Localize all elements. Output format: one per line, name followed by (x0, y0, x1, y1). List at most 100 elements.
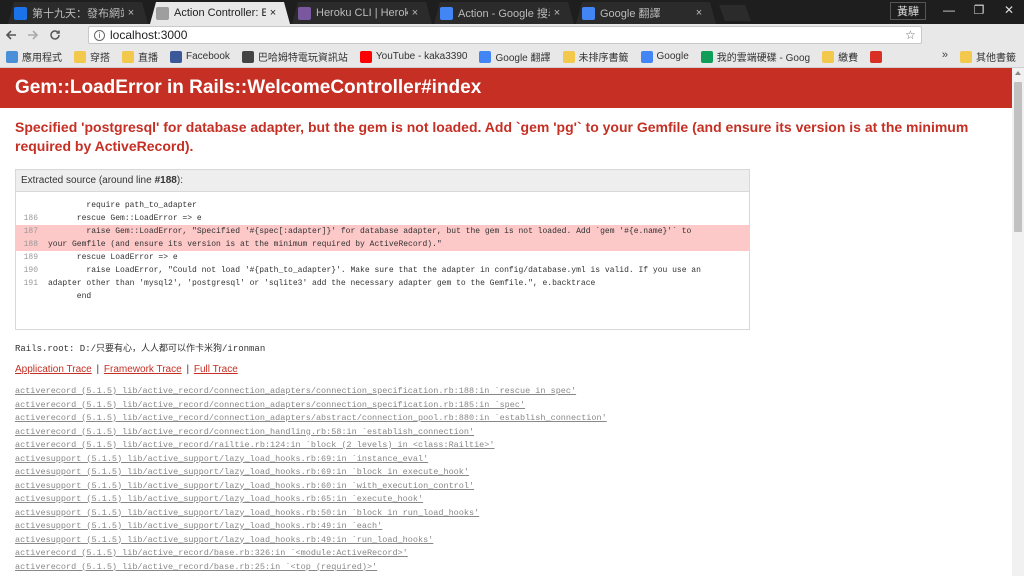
tab-title: Google 翻譯 (600, 8, 661, 20)
trace-line[interactable]: activerecord (5.1.5) lib/active_record/c… (15, 412, 607, 426)
trace-line[interactable]: activesupport (5.1.5) lib/active_support… (15, 507, 607, 521)
trace-line[interactable]: activerecord (5.1.5) lib/active_record/b… (15, 561, 607, 575)
trace-line[interactable]: activerecord (5.1.5) lib/active_record/r… (15, 439, 607, 453)
scroll-up-arrow-icon[interactable] (1015, 71, 1021, 75)
line-number: 186 (23, 214, 38, 223)
highlighted-code-line: 187 raise Gem::LoadError, "Specified '#{… (16, 225, 749, 238)
drive-icon (700, 50, 713, 63)
close-tab-icon[interactable]: × (408, 7, 422, 19)
maximize-icon[interactable]: ❐ (964, 0, 994, 20)
bookmark-item[interactable]: 直播 (122, 49, 158, 64)
code-text: rescue Gem::LoadError => e (48, 214, 202, 223)
close-tab-icon[interactable]: × (266, 7, 280, 19)
application-trace-link[interactable]: Application Trace (15, 364, 92, 375)
document-icon (156, 7, 169, 20)
source-header: Extracted source (around line #188): (16, 170, 749, 192)
folder-icon (562, 50, 575, 63)
trace-line[interactable]: activerecord (5.1.5) lib/active_record/c… (15, 385, 607, 399)
tab-title: Action - Google 搜尋 (458, 8, 550, 20)
error-message: Specified 'postgresql' for database adap… (15, 119, 969, 154)
tab-title: Action Controller: Excep (174, 7, 266, 19)
bookmark-label: Google (656, 51, 689, 62)
profile-button[interactable]: 黃驊 (890, 2, 926, 20)
youtube-icon (359, 50, 372, 63)
bookmark-item[interactable]: 巴哈姆特電玩資訊站 (241, 49, 348, 64)
minimize-icon[interactable]: — (934, 0, 964, 20)
code-line: 190 raise LoadError, "Could not load '#{… (16, 264, 749, 277)
error-header: Gem::LoadError in Rails::WelcomeControll… (0, 68, 1012, 108)
source-header-prefix: Extracted source (around line (21, 175, 152, 186)
trace-line[interactable]: activerecord (5.1.5) lib/active_record/c… (15, 426, 607, 440)
close-tab-icon[interactable]: × (550, 7, 564, 19)
bookmark-label: 應用程式 (22, 53, 62, 64)
trace-line[interactable]: activesupport (5.1.5) lib/active_support… (15, 480, 607, 494)
trace-line[interactable]: activesupport (5.1.5) lib/active_support… (15, 466, 607, 480)
forward-button[interactable] (22, 24, 44, 46)
address-bar[interactable]: i localhost:3000 ☆ (88, 26, 922, 44)
page-title: Gem::LoadError in Rails::WelcomeControll… (15, 77, 482, 98)
page-scrollbar[interactable] (1012, 68, 1024, 576)
bookmark-item[interactable]: Facebook (170, 50, 230, 63)
bookmark-item[interactable] (870, 50, 886, 63)
bookmark-item[interactable]: 應用程式 (6, 49, 62, 64)
trace-separator: | (96, 364, 100, 375)
bookmark-item[interactable]: YouTube - kaka3390 (359, 50, 467, 63)
folder-icon (822, 50, 835, 63)
tab[interactable]: Action Controller: Excep× (150, 2, 290, 24)
other-bookmarks[interactable]: 其他書籤 (960, 49, 1016, 64)
bookmark-label: 我的雲端硬碟 - Goog (716, 53, 811, 64)
forward-arrow-icon (28, 30, 39, 40)
bookmark-item[interactable]: 我的雲端硬碟 - Goog (700, 49, 811, 64)
page-content: Gem::LoadError in Rails::WelcomeControll… (0, 68, 1012, 576)
bookmark-label: 巴哈姆特電玩資訊站 (257, 53, 348, 64)
window-close-icon[interactable]: ✕ (994, 0, 1024, 20)
back-arrow-icon (5, 30, 16, 40)
bookmark-item[interactable]: 未排序書籤 (562, 49, 629, 64)
code-line: end (16, 290, 749, 303)
line-number: 190 (23, 266, 38, 275)
new-tab-button[interactable] (719, 5, 751, 21)
bookmark-item[interactable]: 穿搭 (74, 49, 110, 64)
scroll-thumb[interactable] (1014, 82, 1022, 232)
framework-trace-link[interactable]: Framework Trace (104, 364, 182, 375)
bookmarks-overflow-icon[interactable]: » (942, 49, 948, 61)
bookmark-item[interactable]: Google (640, 50, 689, 63)
line-number: 188 (23, 240, 38, 249)
trace-line[interactable]: activesupport (5.1.5) lib/active_support… (15, 520, 607, 534)
tab-title: 第十九天：發布網站到 H (32, 8, 120, 20)
bahamut-icon (241, 50, 254, 63)
tab[interactable]: Google 翻譯 × (576, 2, 716, 24)
line-number: 189 (23, 253, 38, 262)
heroku-icon (298, 7, 311, 20)
code-text: raise LoadError, "Could not load '#{path… (48, 266, 701, 275)
cloud-icon (14, 7, 27, 20)
bookmark-label: 穿搭 (90, 53, 110, 64)
bookmarks-bar: 應用程式 穿搭 直播 Facebook 巴哈姆特電玩資訊站 YouTube - kaka3… (0, 46, 1024, 68)
full-trace-link[interactable]: Full Trace (194, 364, 238, 375)
url-text[interactable]: localhost:3000 (110, 28, 905, 42)
close-tab-icon[interactable]: × (692, 7, 706, 19)
trace-line[interactable]: activesupport (5.1.5) lib/active_support… (15, 493, 607, 507)
tab-title: Heroku CLI | Heroku De (316, 7, 408, 19)
bookmark-label: 繳費 (838, 53, 859, 64)
trace-line[interactable]: activesupport (5.1.5) lib/active_support… (15, 534, 607, 548)
trace-line[interactable]: activerecord (5.1.5) lib/active_record/c… (15, 399, 607, 413)
trace-line[interactable]: activesupport (5.1.5) lib/active_support… (15, 453, 607, 467)
tab[interactable]: Action - Google 搜尋 × (434, 2, 574, 24)
bookmark-item[interactable]: Google 翻譯 (479, 49, 551, 64)
trace-line[interactable]: activerecord (5.1.5) lib/active_record/b… (15, 547, 607, 561)
bookmark-item[interactable]: 繳費 (822, 49, 858, 64)
extracted-source: Extracted source (around line #188): req… (15, 169, 750, 330)
close-tab-icon[interactable]: × (124, 7, 138, 19)
source-code: require path_to_adapter 186 rescue Gem::L… (16, 192, 749, 303)
bookmark-label: Facebook (186, 51, 230, 62)
reload-button[interactable] (44, 24, 66, 46)
bookmark-star-icon[interactable]: ☆ (905, 28, 921, 42)
tab[interactable]: Heroku CLI | Heroku De× (292, 2, 432, 24)
site-info-icon[interactable]: i (94, 29, 105, 41)
bookmark-label: Google 翻譯 (495, 53, 551, 64)
reload-icon (50, 30, 60, 40)
trace-links: Application Trace | Framework Trace | Fu… (15, 364, 238, 375)
back-button[interactable] (0, 24, 22, 46)
tab[interactable]: 第十九天：發布網站到 H × (8, 2, 148, 24)
